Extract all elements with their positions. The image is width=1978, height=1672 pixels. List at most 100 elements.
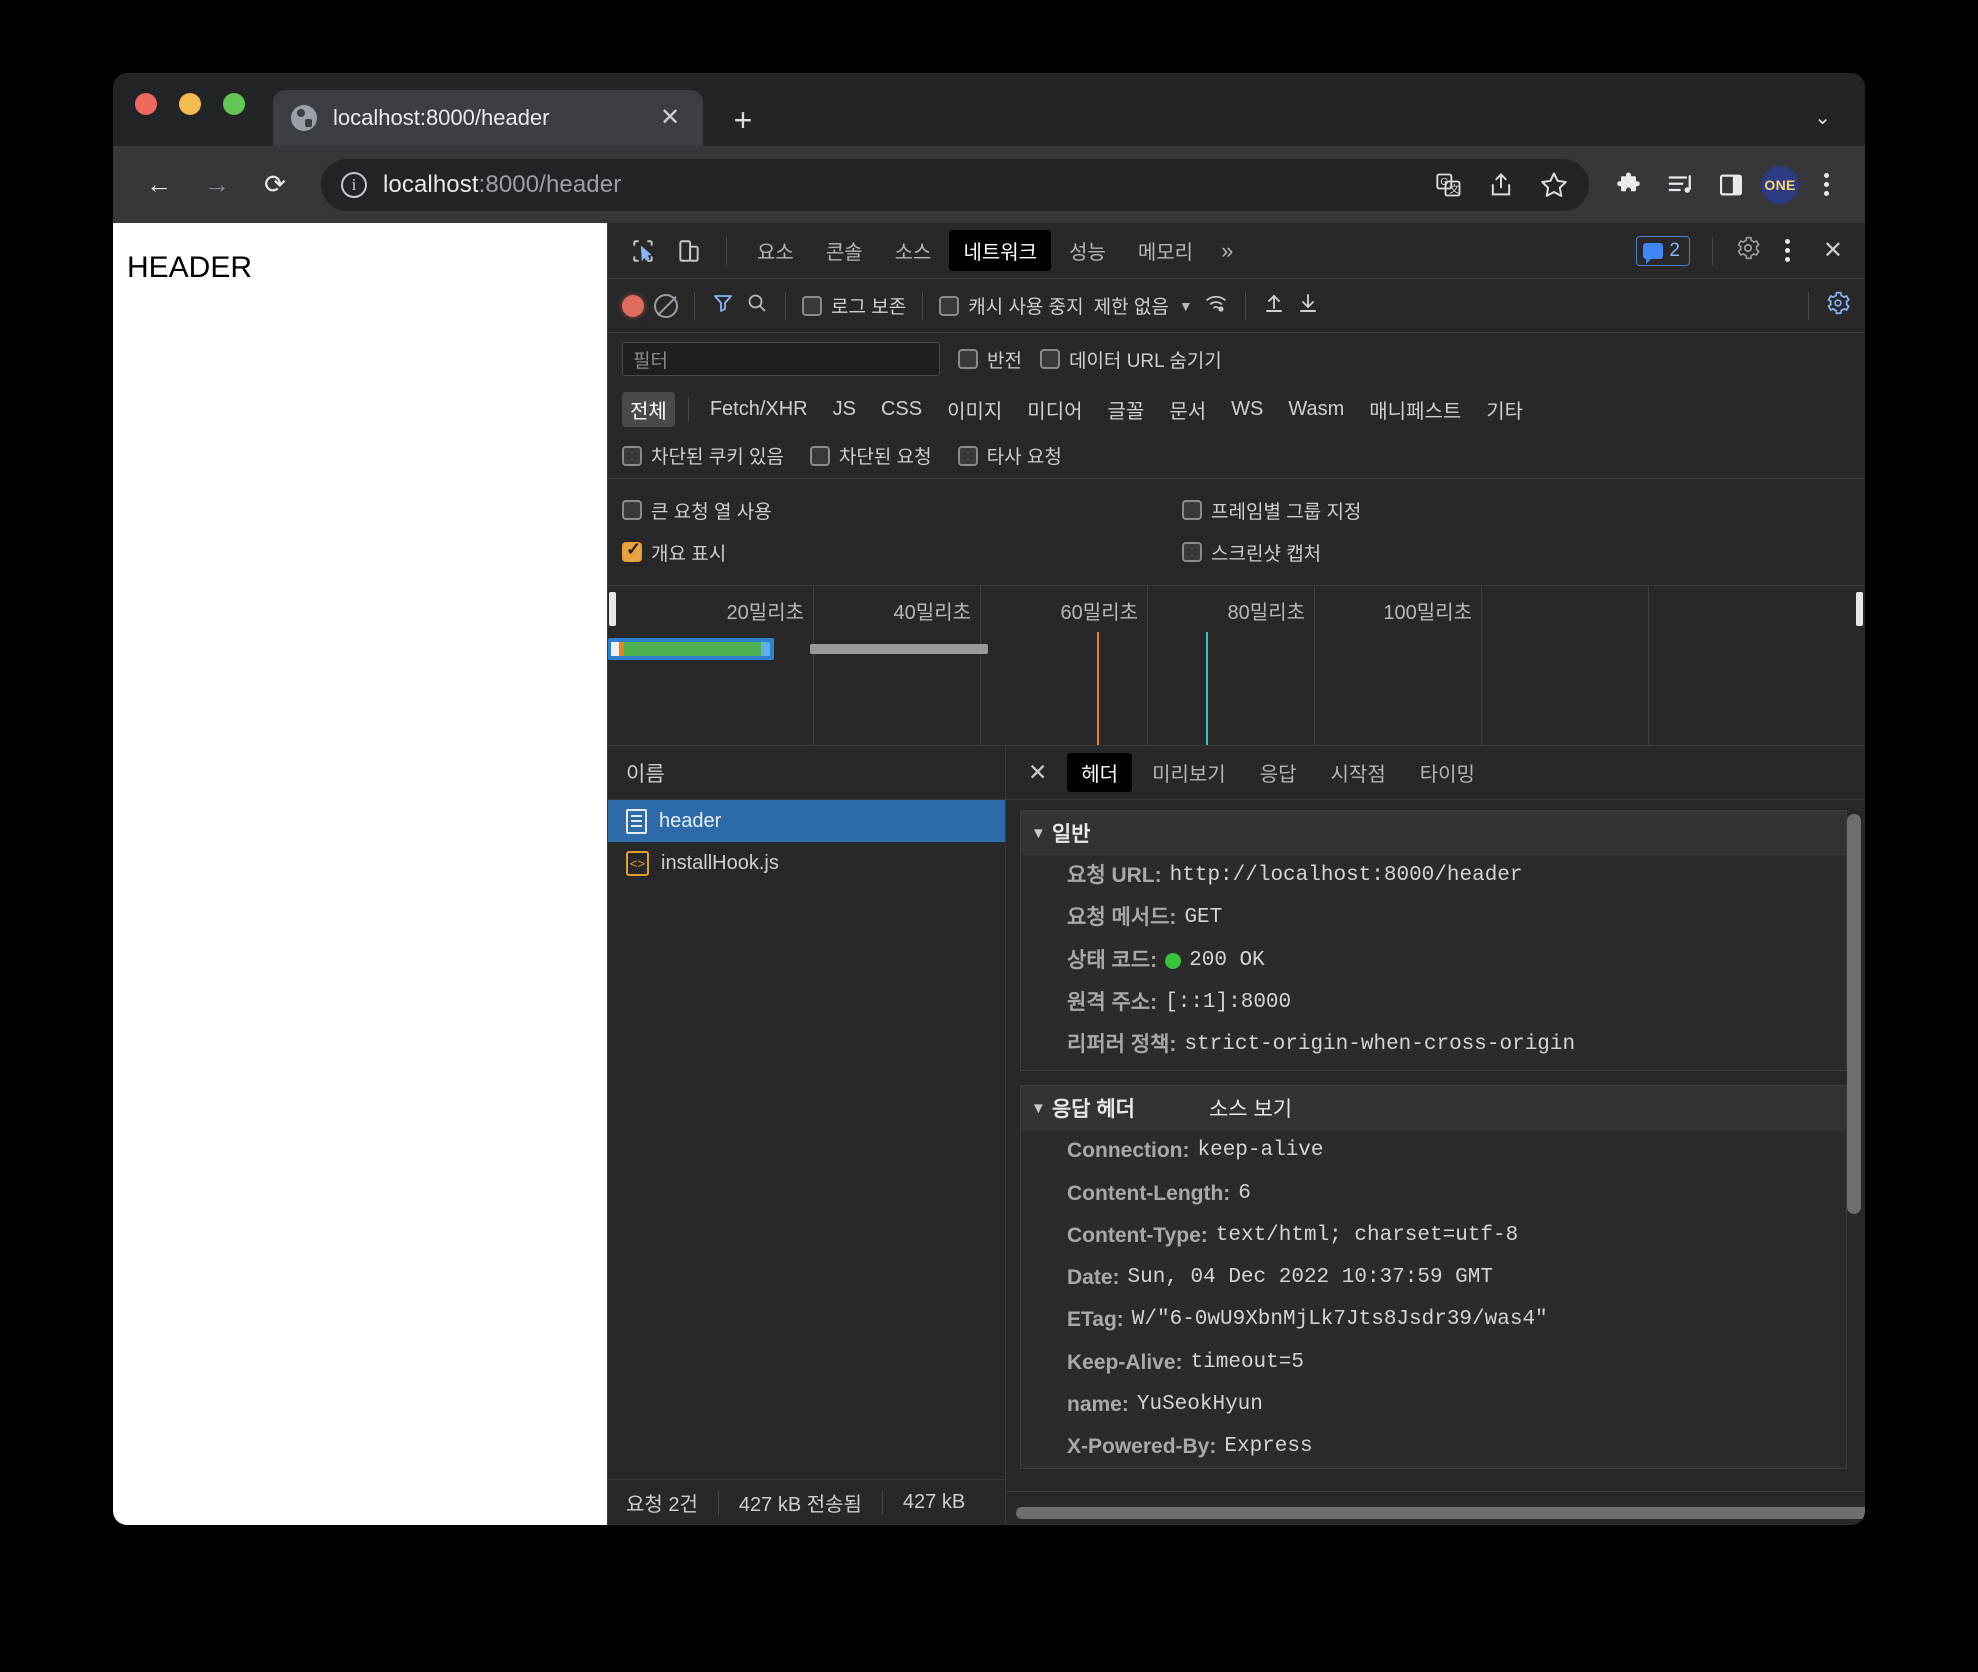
- bookmark-star-icon[interactable]: [1539, 170, 1569, 200]
- type-filter-media[interactable]: 미디어: [1019, 392, 1090, 427]
- export-har-icon[interactable]: [1296, 291, 1320, 321]
- checkbox[interactable]: [810, 446, 830, 466]
- share-icon[interactable]: [1487, 171, 1515, 199]
- checkbox[interactable]: [1182, 542, 1202, 562]
- type-filter-fetch-xhr[interactable]: Fetch/XHR: [702, 395, 816, 424]
- type-filter-js[interactable]: JS: [825, 395, 864, 424]
- site-info-icon[interactable]: i: [341, 172, 367, 198]
- table-row[interactable]: <> installHook.js: [608, 842, 1005, 884]
- horizontal-scrollbar[interactable]: [1016, 1507, 1865, 1519]
- avatar[interactable]: ONE: [1761, 166, 1799, 204]
- third-party-requests-checkbox[interactable]: 타사 요청: [958, 442, 1062, 469]
- overview-left-handle[interactable]: [609, 592, 616, 626]
- new-tab-button[interactable]: +: [725, 104, 761, 136]
- type-filter-font[interactable]: 글꼴: [1100, 392, 1153, 427]
- tab-preview[interactable]: 미리보기: [1138, 753, 1240, 792]
- preserve-log-checkbox[interactable]: 로그 보존: [802, 292, 906, 319]
- inspect-element-icon[interactable]: [622, 232, 664, 270]
- more-tabs-icon[interactable]: »: [1211, 238, 1243, 264]
- general-section-header[interactable]: ▼ 일반: [1021, 811, 1846, 855]
- group-by-frame-checkbox[interactable]: 프레임별 그룹 지정: [1182, 497, 1361, 524]
- blocked-cookies-checkbox[interactable]: 차단된 쿠키 있음: [622, 442, 784, 469]
- response-headers-section-header[interactable]: ▼ 응답 헤더 소스 보기: [1021, 1086, 1846, 1130]
- type-filter-image[interactable]: 이미지: [939, 392, 1010, 427]
- throttling-dropdown[interactable]: 제한 없음: [1094, 292, 1169, 319]
- request-column-header[interactable]: 이름: [608, 746, 1005, 800]
- hide-data-urls-checkbox[interactable]: 데이터 URL 숨기기: [1040, 346, 1222, 373]
- browser-tab[interactable]: localhost:8000/header ✕: [273, 90, 703, 146]
- view-source-link[interactable]: 소스 보기: [1209, 1093, 1292, 1123]
- checkbox[interactable]: [1040, 349, 1060, 369]
- type-filter-manifest[interactable]: 매니페스트: [1361, 392, 1469, 427]
- filter-toggle-icon[interactable]: [711, 291, 735, 321]
- header-key: Keep-Alive:: [1067, 1350, 1183, 1376]
- chevron-down-icon[interactable]: ⌄: [1814, 105, 1831, 130]
- filter-input[interactable]: 필터: [622, 342, 940, 376]
- checkbox[interactable]: [1182, 500, 1202, 520]
- extensions-icon[interactable]: [1611, 170, 1651, 200]
- close-detail-icon[interactable]: ✕: [1014, 759, 1061, 786]
- tab-memory[interactable]: 메모리: [1124, 230, 1207, 271]
- big-request-rows-checkbox[interactable]: 큰 요청 열 사용: [622, 497, 1182, 524]
- media-playlist-icon[interactable]: [1661, 170, 1701, 200]
- tab-network[interactable]: 네트워크: [949, 230, 1051, 271]
- disable-cache-checkbox[interactable]: 캐시 사용 중지: [939, 292, 1083, 319]
- type-filter-all[interactable]: 전체: [622, 392, 675, 427]
- dom-content-loaded-marker: [1097, 632, 1099, 745]
- checkbox[interactable]: [622, 500, 642, 520]
- table-row[interactable]: header: [608, 800, 1005, 842]
- translate-icon[interactable]: G 文: [1435, 171, 1463, 199]
- close-window-button[interactable]: [135, 93, 157, 115]
- maximize-window-button[interactable]: [223, 93, 245, 115]
- tab-performance[interactable]: 성능: [1055, 230, 1120, 271]
- tab-elements[interactable]: 요소: [743, 230, 808, 271]
- type-filter-css[interactable]: CSS: [873, 395, 930, 424]
- device-toolbar-icon[interactable]: [668, 232, 710, 270]
- type-filter-doc[interactable]: 문서: [1161, 392, 1214, 427]
- checkbox[interactable]: [958, 349, 978, 369]
- show-overview-checkbox[interactable]: 개요 표시: [622, 539, 1182, 566]
- chevron-down-icon[interactable]: ▼: [1179, 298, 1193, 314]
- tab-response[interactable]: 응답: [1246, 753, 1311, 792]
- console-message-badge[interactable]: 2: [1636, 236, 1690, 266]
- checkbox[interactable]: [939, 296, 959, 316]
- type-filter-other[interactable]: 기타: [1478, 392, 1531, 427]
- invert-checkbox[interactable]: 반전: [958, 346, 1022, 373]
- checkbox[interactable]: [622, 542, 642, 562]
- close-icon[interactable]: ✕: [655, 106, 685, 130]
- vertical-scrollbar[interactable]: [1847, 814, 1861, 1214]
- devtools-menu-button[interactable]: [1771, 239, 1805, 262]
- tab-initiator[interactable]: 시작점: [1317, 753, 1400, 792]
- tab-console[interactable]: 콘솔: [812, 230, 877, 271]
- type-filter-wasm[interactable]: Wasm: [1280, 395, 1352, 424]
- address-bar[interactable]: i localhost:8000/header G 文: [321, 159, 1589, 211]
- capture-screenshots-checkbox[interactable]: 스크린샷 캡처: [1182, 539, 1321, 566]
- network-conditions-icon[interactable]: [1203, 291, 1229, 321]
- reload-button[interactable]: ⟳: [251, 161, 299, 209]
- blocked-requests-checkbox[interactable]: 차단된 요청: [810, 442, 932, 469]
- divider: [694, 292, 695, 320]
- side-panel-icon[interactable]: [1711, 171, 1751, 199]
- tab-headers[interactable]: 헤더: [1067, 753, 1132, 792]
- forward-button[interactable]: →: [193, 161, 241, 209]
- import-har-icon[interactable]: [1262, 291, 1286, 321]
- checkbox[interactable]: [802, 296, 822, 316]
- overview-right-handle[interactable]: [1856, 592, 1863, 626]
- response-headers-section: ▼ 응답 헤더 소스 보기 Connection: keep-alive Con…: [1020, 1085, 1847, 1469]
- minimize-window-button[interactable]: [179, 93, 201, 115]
- checkbox[interactable]: [958, 446, 978, 466]
- clear-requests-icon[interactable]: [654, 294, 678, 318]
- checkbox[interactable]: [622, 446, 642, 466]
- network-settings-gear-icon[interactable]: [1825, 290, 1851, 322]
- search-icon[interactable]: [745, 291, 769, 321]
- browser-menu-button[interactable]: [1809, 173, 1843, 196]
- tab-sources[interactable]: 소스: [881, 230, 946, 271]
- settings-gear-icon[interactable]: [1735, 235, 1761, 267]
- tab-timing[interactable]: 타이밍: [1406, 753, 1489, 792]
- type-filter-ws[interactable]: WS: [1223, 395, 1271, 424]
- network-overview-timeline[interactable]: 20밀리초 40밀리초 60밀리초 80밀리초 100밀리초: [608, 586, 1865, 746]
- back-button[interactable]: ←: [135, 161, 183, 209]
- close-devtools-icon[interactable]: ✕: [1815, 236, 1851, 265]
- invert-label: 반전: [987, 346, 1022, 373]
- record-button[interactable]: [622, 295, 644, 317]
